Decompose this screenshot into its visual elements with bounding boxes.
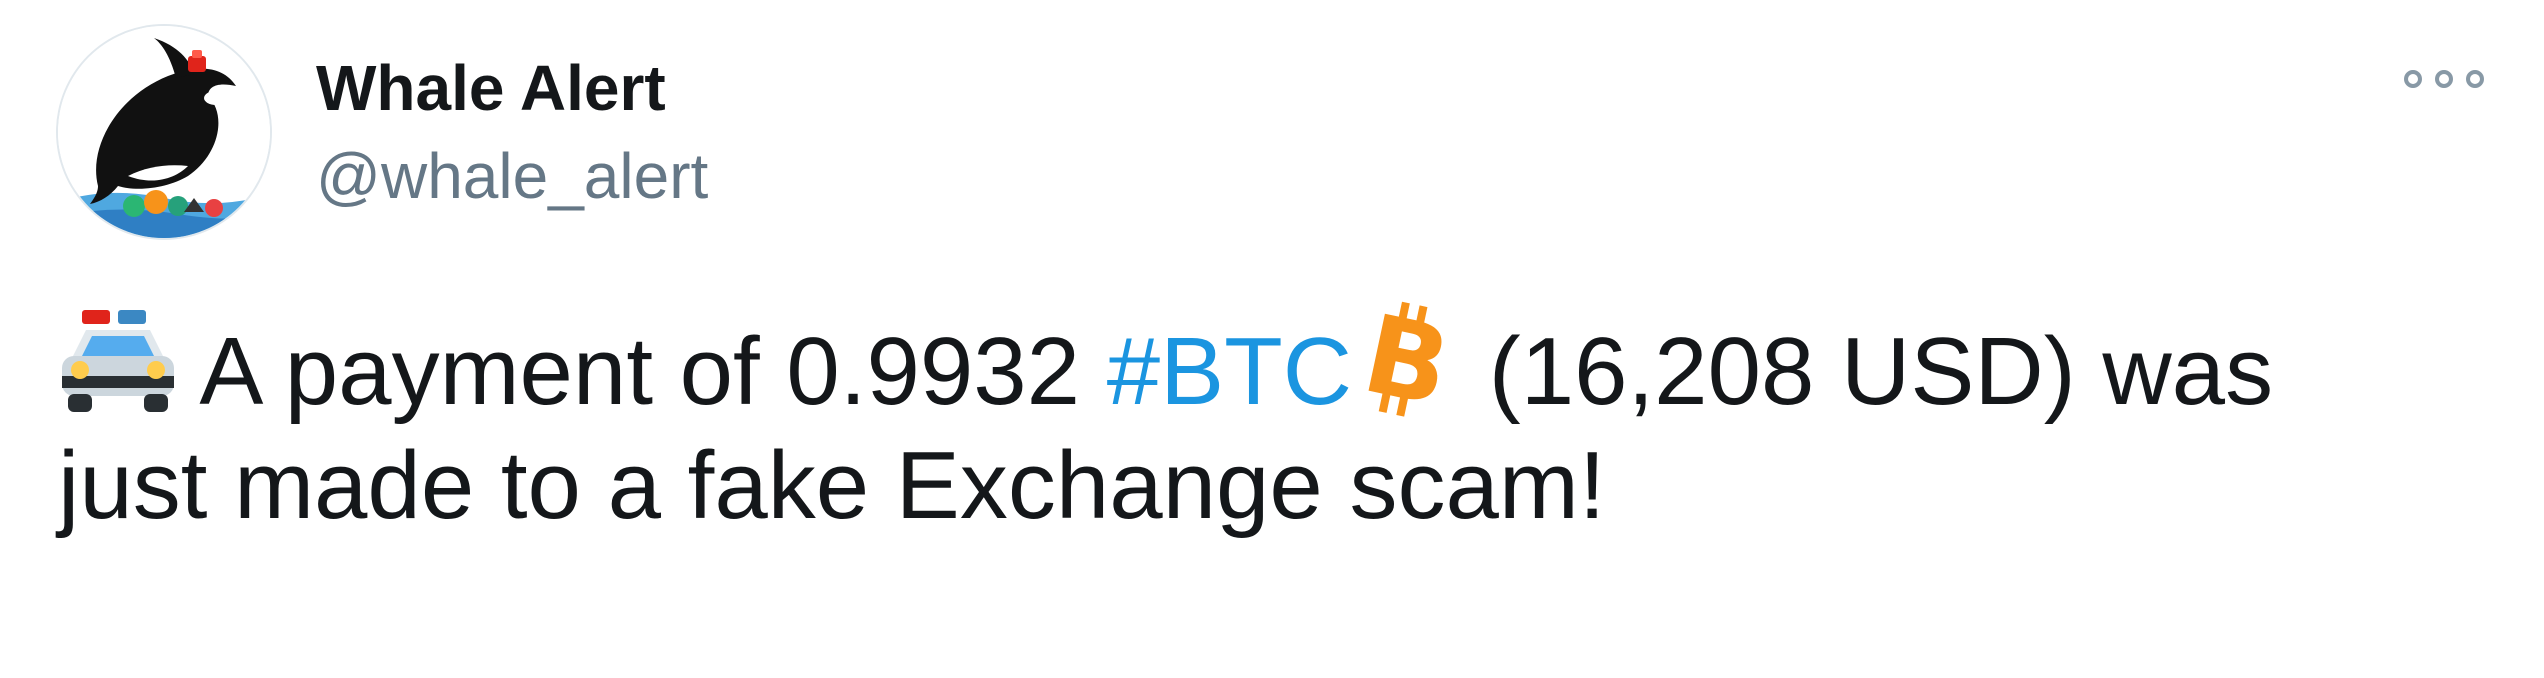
more-options-icon[interactable] bbox=[2404, 64, 2484, 94]
tweet-text-part-2: (16,208 USD) was bbox=[1488, 318, 2274, 425]
author-name[interactable]: Whale Alert bbox=[316, 50, 666, 126]
more-dot bbox=[2466, 70, 2484, 88]
more-dot bbox=[2435, 70, 2453, 88]
tweet-text: A payment of 0.9932 #BTC B (16,208 USD) … bbox=[58, 292, 2498, 548]
hashtag-btc-link[interactable]: #BTC bbox=[1107, 318, 1352, 425]
avatar[interactable] bbox=[58, 26, 270, 238]
tweet-text-line-2: just made to a fake Exchange scam! bbox=[58, 432, 1606, 539]
orca-whale-logo-icon bbox=[58, 26, 270, 238]
tweet-card: Whale Alert @whale_alert A payment of 0.… bbox=[0, 0, 2544, 678]
author-handle[interactable]: @whale_alert bbox=[316, 138, 708, 214]
more-dot bbox=[2404, 70, 2422, 88]
tweet-text-line-1: A payment of 0.9932 #BTC B (16,208 USD) … bbox=[58, 292, 2498, 431]
tweet-text-part-1: A payment of 0.9932 bbox=[199, 318, 1081, 425]
